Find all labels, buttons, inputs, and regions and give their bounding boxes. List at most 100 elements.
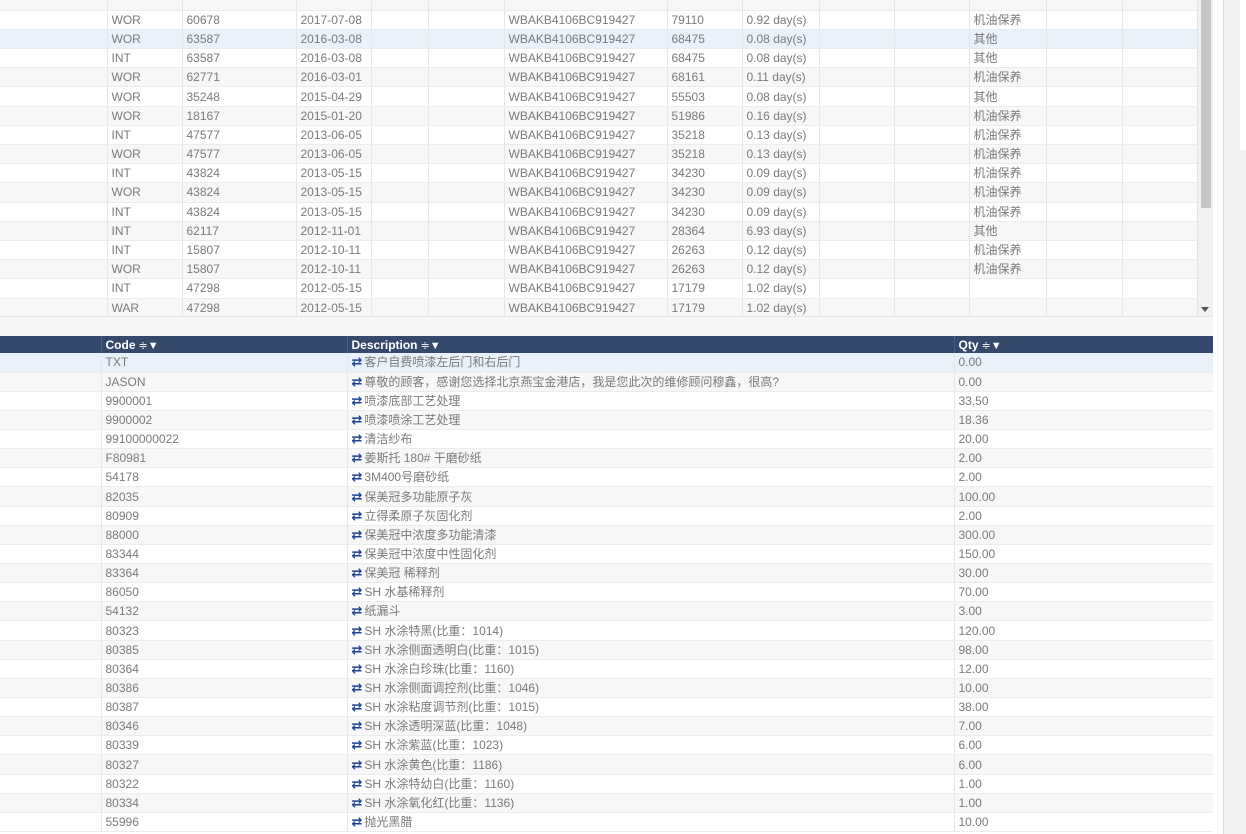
history-cell-duration: 0.08 day(s)	[742, 48, 820, 69]
swap-arrows-icon[interactable]: ⇄	[352, 545, 363, 563]
history-row[interactable]: WOR 47577 2013-06-05 WBAKB4106BC919427 35218…	[0, 144, 1197, 165]
history-row[interactable]: WOR 43824 2013-05-15 WBAKB4106BC919427 34230…	[0, 182, 1197, 203]
history-cell-blank	[428, 29, 505, 50]
history-cell-blank	[819, 10, 895, 30]
swap-arrows-icon[interactable]: ⇄	[352, 775, 363, 793]
history-cell-mileage: 34230	[667, 163, 743, 184]
parts-row[interactable]: 80323 ⇄ SH 水涂特黑(比重：1014) 120.00	[0, 620, 1213, 641]
sort-filter-icon[interactable]: ≑▼	[982, 340, 1002, 352]
parts-row[interactable]: 80339 ⇄ SH 水涂紫蓝(比重：1023) 6.00	[0, 735, 1213, 756]
history-cell-blank	[1122, 86, 1197, 107]
history-cell-type: WOR	[107, 86, 183, 107]
swap-arrows-icon[interactable]: ⇄	[352, 373, 363, 391]
parts-cell-qty: 33.50	[954, 391, 1213, 411]
parts-row[interactable]: 80322 ⇄ SH 水涂特幼白(比重：1160) 1.00	[0, 774, 1213, 794]
swap-arrows-icon[interactable]: ⇄	[352, 641, 363, 659]
swap-arrows-icon[interactable]: ⇄	[352, 526, 363, 544]
history-cell-category: 机油保养	[969, 125, 1047, 146]
history-row[interactable]: INT 43824 2013-05-15 WBAKB4106BC919427 34230…	[0, 163, 1197, 184]
sort-filter-icon[interactable]: ≑▼	[139, 340, 159, 352]
history-row[interactable]: INT 62117 2012-11-01 WBAKB4106BC919427 28364…	[0, 221, 1197, 241]
history-cell-blank	[0, 144, 108, 165]
parts-row[interactable]: 54178 ⇄ 3M400号磨砂纸 2.00	[0, 467, 1213, 488]
parts-row[interactable]: 83364 ⇄ 保美冠 稀释剂 30.00	[0, 563, 1213, 584]
header-code[interactable]: Code ≑▼	[101, 336, 348, 353]
parts-row[interactable]: 9900002 ⇄ 喷漆喷涂工艺处理 18.36	[0, 410, 1213, 431]
history-row[interactable]: INT 43824 2013-05-15 WBAKB4106BC919427 34230…	[0, 202, 1197, 222]
history-vertical-scrollbar[interactable]	[1197, 0, 1213, 316]
history-cell-mileage: 34230	[667, 202, 743, 222]
swap-arrows-icon[interactable]: ⇄	[352, 488, 363, 506]
history-scroll-thumb[interactable]	[1201, 0, 1211, 208]
parts-row[interactable]: 86050 ⇄ SH 水基稀释剂 70.00	[0, 582, 1213, 603]
parts-row[interactable]: 99100000022 ⇄ 清洁纱布 20.00	[0, 429, 1213, 450]
window-gutter	[1213, 0, 1223, 834]
swap-arrows-icon[interactable]: ⇄	[352, 736, 363, 754]
parts-row[interactable]: 54132 ⇄ 纸漏斗 3.00	[0, 601, 1213, 622]
history-row[interactable]: INT 47577 2013-06-05 WBAKB4106BC919427 35218…	[0, 125, 1197, 146]
swap-arrows-icon[interactable]: ⇄	[352, 660, 363, 678]
parts-row[interactable]: 82035 ⇄ 保美冠多功能原子灰 100.00	[0, 486, 1213, 507]
sort-filter-icon[interactable]: ≑▼	[421, 340, 441, 352]
parts-cell-code: 80387	[101, 697, 348, 718]
swap-arrows-icon[interactable]: ⇄	[352, 507, 363, 525]
swap-arrows-icon[interactable]: ⇄	[352, 353, 363, 371]
swap-arrows-icon[interactable]: ⇄	[352, 756, 363, 774]
parts-row[interactable]: 83344 ⇄ 保美冠中浓度中性固化剂 150.00	[0, 544, 1213, 565]
window-vertical-scrollbar[interactable]	[1223, 0, 1246, 834]
parts-row[interactable]: 80386 ⇄ SH 水涂侧面调控剂(比重：1046) 10.00	[0, 678, 1213, 699]
parts-row[interactable]: 80385 ⇄ SH 水涂侧面透明白(比重：1015) 98.00	[0, 640, 1213, 660]
swap-arrows-icon[interactable]: ⇄	[352, 794, 363, 812]
swap-arrows-icon[interactable]: ⇄	[352, 411, 363, 429]
swap-arrows-icon[interactable]: ⇄	[352, 679, 363, 697]
history-row[interactable]	[0, 0, 1197, 11]
swap-arrows-icon[interactable]: ⇄	[352, 813, 363, 831]
parts-row[interactable]: F80981 ⇄ 姜斯托 180# 干磨砂纸 2.00	[0, 448, 1213, 469]
history-row[interactable]: INT 47298 2012-05-15 WBAKB4106BC919427 17179…	[0, 278, 1197, 299]
history-cell-type: WOR	[107, 67, 183, 88]
swap-arrows-icon[interactable]: ⇄	[352, 583, 363, 601]
history-row[interactable]: WOR 15807 2012-10-11 WBAKB4106BC919427 26263…	[0, 259, 1197, 280]
parts-cell-code: 99100000022	[101, 429, 348, 450]
history-cell-vin	[504, 0, 668, 11]
header-description[interactable]: Description ≑▼	[347, 336, 955, 353]
parts-row[interactable]: 80346 ⇄ SH 水涂透明深蓝(比重：1048) 7.00	[0, 716, 1213, 737]
parts-row[interactable]: TXT ⇄ 客户自费喷漆左后门和右后门 0.00	[0, 353, 1213, 373]
parts-row[interactable]: 80364 ⇄ SH 水涂白珍珠(比重：1160) 12.00	[0, 659, 1213, 679]
parts-row[interactable]: 80387 ⇄ SH 水涂粘度调节剂(比重：1015) 38.00	[0, 697, 1213, 718]
parts-row[interactable]: 80327 ⇄ SH 水涂黄色(比重：1186) 6.00	[0, 754, 1213, 775]
history-row[interactable]: WOR 35248 2015-04-29 WBAKB4106BC919427 55503…	[0, 86, 1197, 107]
swap-arrows-icon[interactable]: ⇄	[352, 430, 363, 448]
swap-arrows-icon[interactable]: ⇄	[352, 698, 363, 716]
parts-cell-blank	[0, 774, 102, 794]
history-cell-date: 2012-10-11	[296, 259, 372, 280]
history-row[interactable]: INT 15807 2012-10-11 WBAKB4106BC919427 26263…	[0, 240, 1197, 261]
swap-arrows-icon[interactable]: ⇄	[352, 622, 363, 640]
history-row[interactable]: WOR 60678 2017-07-08 WBAKB4106BC919427 79110…	[0, 10, 1197, 30]
swap-arrows-icon[interactable]: ⇄	[352, 717, 363, 735]
history-cell-blank	[894, 259, 970, 280]
history-row[interactable]: INT 63587 2016-03-08 WBAKB4106BC919427 68475…	[0, 48, 1197, 69]
parts-cell-blank	[0, 620, 102, 641]
parts-row[interactable]: 80909 ⇄ 立得柔原子灰固化剂 2.00	[0, 506, 1213, 526]
scroll-down-arrow-icon[interactable]	[1201, 307, 1209, 312]
swap-arrows-icon[interactable]: ⇄	[352, 468, 363, 486]
history-cell-vin: WBAKB4106BC919427	[504, 144, 668, 165]
window-scroll-thumb[interactable]	[1240, 0, 1246, 150]
swap-arrows-icon[interactable]: ⇄	[352, 564, 363, 582]
parts-row[interactable]: JASON ⇄ 尊敬的顾客，感谢您选择北京燕宝金港店，我是您此次的维修顾问穆鑫，很高…	[0, 372, 1213, 392]
swap-arrows-icon[interactable]: ⇄	[352, 602, 363, 620]
history-row[interactable]: WOR 18167 2015-01-20 WBAKB4106BC919427 51986…	[0, 106, 1197, 126]
parts-row[interactable]: 55996 ⇄ 抛光黑腊 10.00	[0, 812, 1213, 833]
history-row[interactable]: WAR 47298 2012-05-15 WBAKB4106BC919427 17179…	[0, 298, 1197, 316]
swap-arrows-icon[interactable]: ⇄	[352, 392, 363, 410]
history-row[interactable]: WOR 63587 2016-03-08 WBAKB4106BC919427 68475…	[0, 29, 1197, 50]
parts-row[interactable]: 9900001 ⇄ 喷漆底部工艺处理 33.50	[0, 391, 1213, 411]
grid-splitter[interactable]	[0, 316, 1213, 336]
parts-row[interactable]: 80334 ⇄ SH 水涂氧化红(比重：1136) 1.00	[0, 793, 1213, 813]
history-cell-blank	[371, 163, 429, 184]
header-qty[interactable]: Qty ≑▼	[954, 336, 1213, 353]
swap-arrows-icon[interactable]: ⇄	[352, 449, 363, 467]
history-row[interactable]: WOR 62771 2016-03-01 WBAKB4106BC919427 68161…	[0, 67, 1197, 88]
parts-row[interactable]: 88000 ⇄ 保美冠中浓度多功能清漆 300.00	[0, 525, 1213, 545]
